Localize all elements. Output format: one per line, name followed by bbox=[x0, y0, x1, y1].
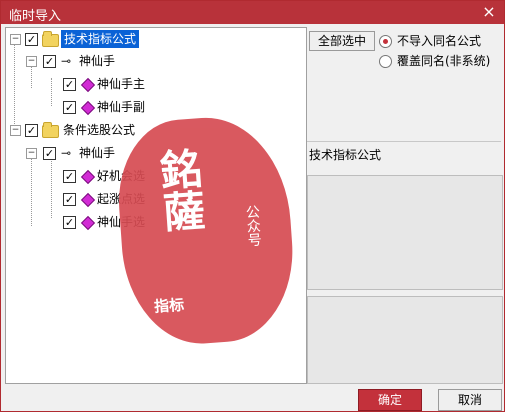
preview-panel-top bbox=[307, 175, 503, 290]
node-label: 神仙手 bbox=[79, 54, 116, 68]
ok-button[interactable]: 确定 bbox=[358, 389, 422, 411]
checkbox-checked-icon[interactable]: ✓ bbox=[63, 216, 76, 229]
preview-panel-bottom bbox=[307, 296, 503, 384]
key-icon: ⊸ bbox=[61, 54, 72, 68]
formula-tree[interactable]: − ✓ 技术指标公式 − ✓ ⊸ 神仙手 ✓ 神仙手主 ✓ 神仙手副 − ✓ 条… bbox=[5, 27, 307, 384]
collapse-icon[interactable]: − bbox=[26, 56, 37, 67]
window-title: 临时导入 bbox=[9, 9, 62, 24]
cancel-button[interactable]: 取消 bbox=[438, 389, 502, 411]
checkbox-checked-icon[interactable]: ✓ bbox=[63, 193, 76, 206]
collapse-icon[interactable]: − bbox=[10, 125, 21, 136]
watermark-big-text: 銘薩 bbox=[152, 146, 207, 234]
watermark-small-text: 公众号 bbox=[243, 204, 263, 248]
select-all-button[interactable]: 全部选中 bbox=[309, 31, 375, 51]
separator bbox=[307, 141, 501, 142]
checkbox-checked-icon[interactable]: ✓ bbox=[25, 33, 38, 46]
folder-icon bbox=[42, 122, 59, 138]
key-icon: ⊸ bbox=[61, 146, 72, 160]
watermark-stamp: 銘薩 公众号 指标 bbox=[113, 112, 299, 349]
tree-node-shenxianshou-sub[interactable]: ✓ 神仙手副 bbox=[6, 98, 176, 116]
checkbox-checked-icon[interactable]: ✓ bbox=[43, 147, 56, 160]
node-label: 条件选股公式 bbox=[63, 123, 136, 137]
checkbox-checked-icon[interactable]: ✓ bbox=[63, 170, 76, 183]
checkbox-checked-icon[interactable]: ✓ bbox=[43, 55, 56, 68]
section-title: 技术指标公式 bbox=[309, 148, 382, 162]
node-label: 技术指标公式 bbox=[61, 30, 140, 48]
checkbox-checked-icon[interactable]: ✓ bbox=[25, 124, 38, 137]
formula-gem-icon bbox=[80, 77, 96, 93]
formula-gem-icon bbox=[80, 192, 96, 208]
formula-gem-icon bbox=[80, 215, 96, 231]
radio-selected-icon[interactable] bbox=[379, 35, 392, 48]
collapse-icon[interactable]: − bbox=[26, 148, 37, 159]
node-label: 神仙手 bbox=[79, 146, 116, 160]
formula-gem-icon bbox=[80, 169, 96, 185]
dialog-window: 临时导入 × − ✓ 技术指标公式 − ✓ ⊸ 神仙手 ✓ 神仙手主 ✓ 神仙手… bbox=[0, 0, 505, 412]
tree-node-shenxianshou[interactable]: − ✓ ⊸ 神仙手 bbox=[6, 52, 156, 70]
radio-unselected-icon[interactable] bbox=[379, 55, 392, 68]
watermark-bottom-text: 指标 bbox=[153, 295, 185, 316]
formula-gem-icon bbox=[80, 100, 96, 116]
folder-icon bbox=[42, 31, 59, 47]
tree-node-shenxianshou-main[interactable]: ✓ 神仙手主 bbox=[6, 75, 176, 93]
checkbox-checked-icon[interactable]: ✓ bbox=[63, 101, 76, 114]
tree-node-technical-formula[interactable]: − ✓ 技术指标公式 bbox=[6, 30, 176, 48]
radio-overwrite-same-name[interactable]: 覆盖同名(非系统) bbox=[397, 52, 490, 69]
title-bar: 临时导入 × bbox=[1, 1, 504, 24]
radio-no-import-same-name[interactable]: 不导入同名公式 bbox=[397, 32, 481, 49]
close-icon[interactable]: × bbox=[480, 3, 498, 21]
checkbox-checked-icon[interactable]: ✓ bbox=[63, 78, 76, 91]
node-label: 神仙手主 bbox=[97, 77, 146, 91]
node-label: 神仙手副 bbox=[97, 100, 146, 114]
collapse-icon[interactable]: − bbox=[10, 34, 21, 45]
